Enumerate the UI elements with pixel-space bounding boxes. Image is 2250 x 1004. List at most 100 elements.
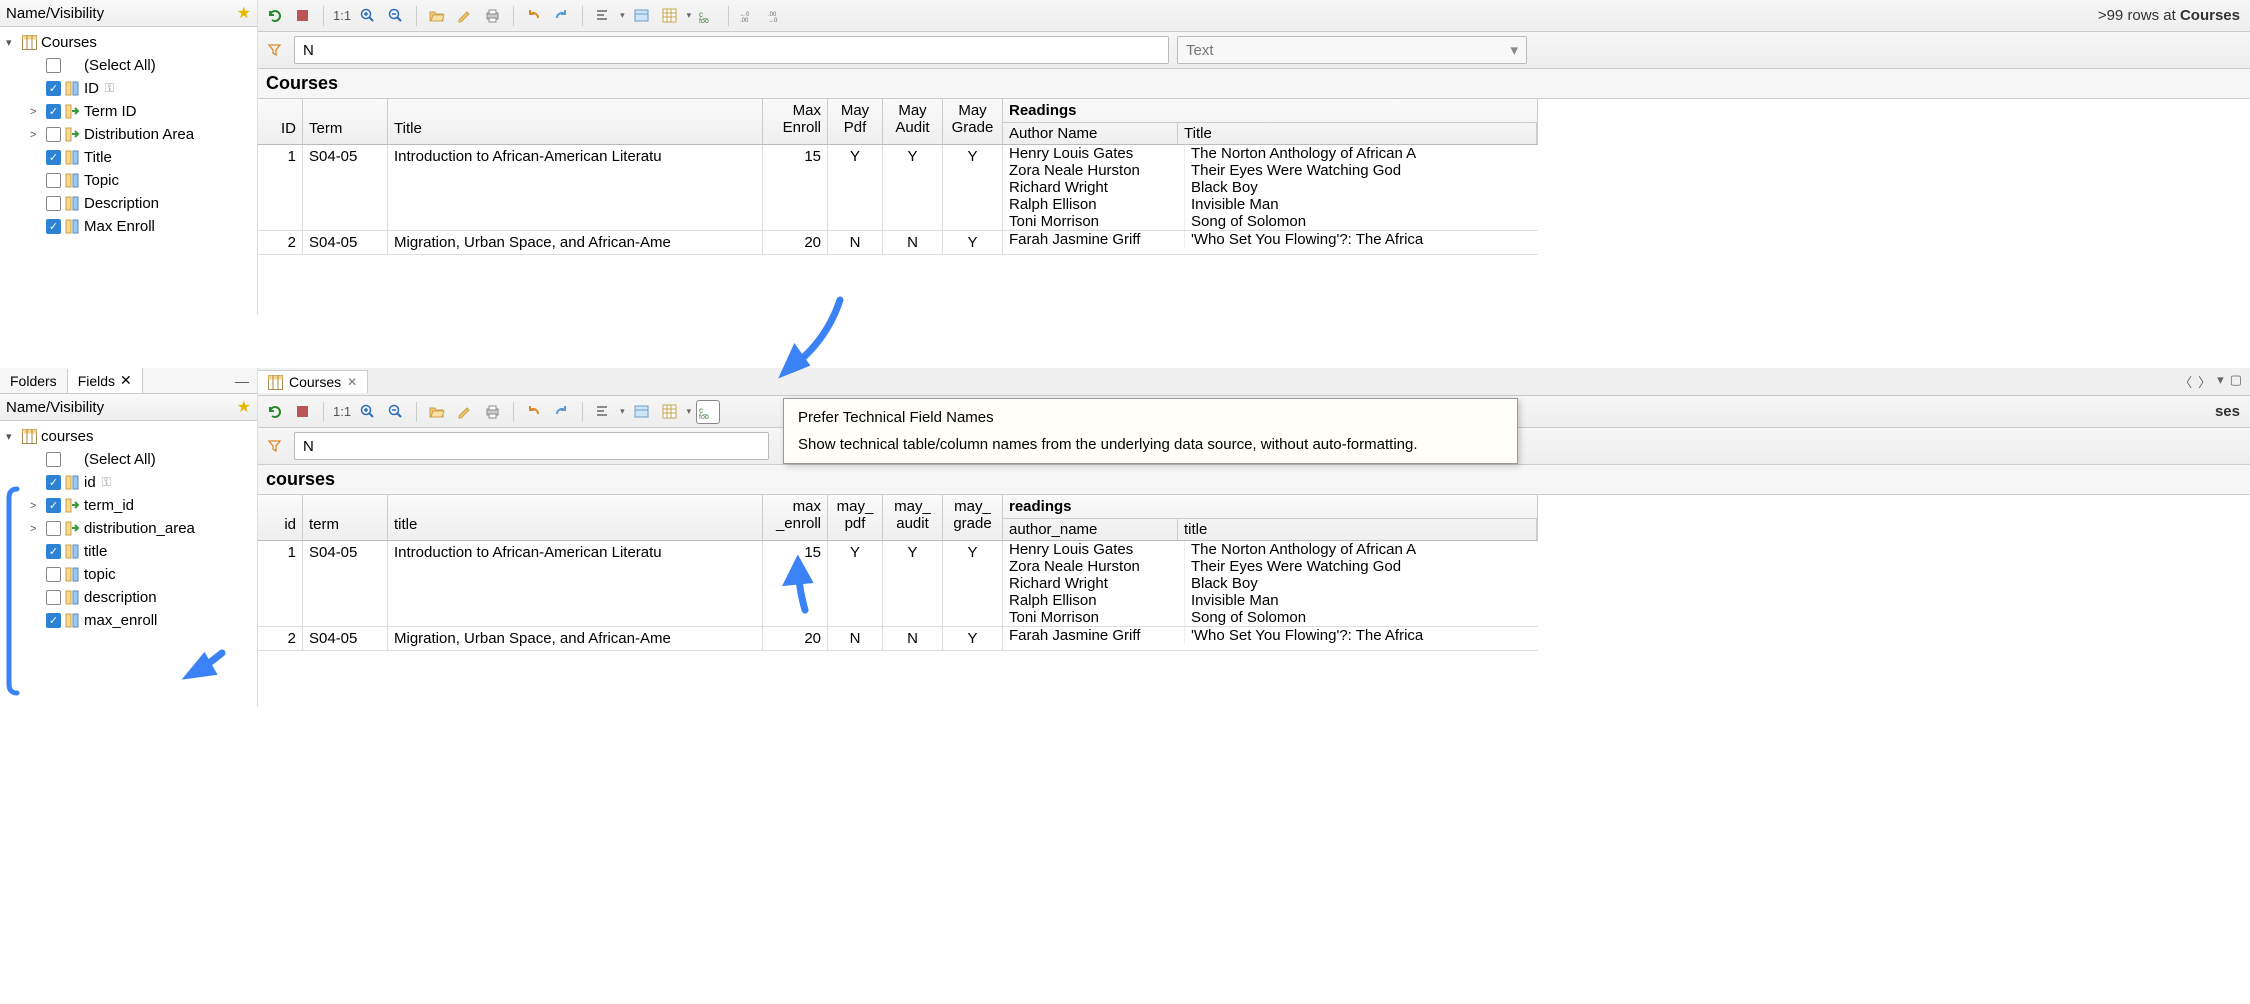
- chevron-down-icon[interactable]: ▾: [6, 36, 18, 49]
- visibility-checkbox[interactable]: ✓: [46, 219, 61, 234]
- visibility-checkbox[interactable]: [46, 127, 61, 142]
- column-header[interactable]: MayGrade: [943, 99, 1003, 145]
- cell[interactable]: Y: [943, 231, 1003, 255]
- chevron-icon[interactable]: >: [30, 129, 42, 141]
- cell[interactable]: Migration, Urban Space, and African-Ame: [388, 231, 763, 255]
- align-button[interactable]: [592, 401, 614, 423]
- next-tab-button[interactable]: 〉: [2198, 372, 2211, 391]
- tree-item[interactable]: topic: [2, 563, 255, 586]
- column-header[interactable]: id: [258, 495, 303, 541]
- decimal-right-button[interactable]: [766, 5, 788, 27]
- cell[interactable]: S04-05: [303, 627, 388, 651]
- visibility-checkbox[interactable]: ✓: [46, 544, 61, 559]
- cell[interactable]: N: [883, 627, 943, 651]
- chevron-icon[interactable]: >: [30, 500, 42, 512]
- close-icon[interactable]: ✕: [347, 375, 357, 389]
- redo-button[interactable]: [551, 401, 573, 423]
- readings-cell[interactable]: Farah Jasmine Griff'Who Set You Flowing'…: [1003, 231, 1538, 255]
- column-header[interactable]: Readings Author NameTitle: [1003, 99, 1538, 145]
- tree-item[interactable]: ✓ Title: [2, 146, 255, 169]
- close-icon[interactable]: ✕: [120, 372, 132, 389]
- prev-tab-button[interactable]: 〈: [2179, 372, 2192, 391]
- undo-button[interactable]: [523, 401, 545, 423]
- star-icon[interactable]: ★: [237, 397, 251, 417]
- cell[interactable]: N: [883, 231, 943, 255]
- chevron-down-icon[interactable]: ▾: [6, 430, 18, 443]
- column-header[interactable]: MayAudit: [883, 99, 943, 145]
- column-header[interactable]: MayPdf: [828, 99, 883, 145]
- filter-input[interactable]: [294, 36, 1169, 64]
- chevron-icon[interactable]: >: [30, 523, 42, 535]
- tree-root[interactable]: ▾ courses: [2, 425, 255, 448]
- tree-item[interactable]: > ✓ term_id: [2, 494, 255, 517]
- column-header[interactable]: Title: [388, 99, 763, 145]
- zoom-out-button[interactable]: [385, 5, 407, 27]
- cell[interactable]: Introduction to African-American Literat…: [388, 145, 763, 231]
- visibility-checkbox[interactable]: [46, 173, 61, 188]
- zoom-in-button[interactable]: [357, 5, 379, 27]
- stop-button[interactable]: [292, 5, 314, 27]
- column-header[interactable]: Term: [303, 99, 388, 145]
- refresh-button[interactable]: [264, 401, 286, 423]
- tree-item[interactable]: ✓ Max Enroll: [2, 215, 255, 238]
- column-header[interactable]: term: [303, 495, 388, 541]
- cell[interactable]: S04-05: [303, 231, 388, 255]
- one-to-one-button[interactable]: 1:1: [333, 401, 351, 423]
- grid-button[interactable]: [659, 401, 681, 423]
- visibility-checkbox[interactable]: ✓: [46, 150, 61, 165]
- visibility-checkbox[interactable]: ✓: [46, 613, 61, 628]
- visibility-checkbox[interactable]: [46, 567, 61, 582]
- visibility-checkbox[interactable]: ✓: [46, 81, 61, 96]
- one-to-one-button[interactable]: 1:1: [333, 5, 351, 27]
- readings-cell[interactable]: Henry Louis GatesThe Norton Anthology of…: [1003, 145, 1538, 231]
- tree-item[interactable]: Description: [2, 192, 255, 215]
- cell[interactable]: Y: [943, 145, 1003, 231]
- visibility-checkbox[interactable]: [46, 196, 61, 211]
- zoom-out-button[interactable]: [385, 401, 407, 423]
- filter-input[interactable]: [294, 432, 769, 460]
- visibility-checkbox[interactable]: ✓: [46, 498, 61, 513]
- tab-menu-button[interactable]: ▾: [2217, 372, 2224, 391]
- cell[interactable]: 2: [258, 231, 303, 255]
- column-header[interactable]: MaxEnroll: [763, 99, 828, 145]
- cell[interactable]: 1: [258, 541, 303, 627]
- form-button[interactable]: [631, 5, 653, 27]
- fields-tab[interactable]: Fields ✕: [68, 368, 143, 393]
- tree-item[interactable]: > ✓ Term ID: [2, 100, 255, 123]
- cell[interactable]: 20: [763, 627, 828, 651]
- visibility-checkbox[interactable]: ✓: [46, 475, 61, 490]
- align-button[interactable]: [592, 5, 614, 27]
- tree-item[interactable]: > Distribution Area: [2, 123, 255, 146]
- cell[interactable]: Y: [883, 541, 943, 627]
- refresh-button[interactable]: [264, 5, 286, 27]
- tree-root[interactable]: ▾ Courses: [2, 31, 255, 54]
- cell[interactable]: Y: [943, 627, 1003, 651]
- star-icon[interactable]: ★: [237, 3, 251, 23]
- cell[interactable]: 1: [258, 145, 303, 231]
- tree-item[interactable]: (Select All): [2, 448, 255, 471]
- tree-item[interactable]: ✓ ID ⚿: [2, 77, 255, 100]
- filter-icon[interactable]: [264, 435, 286, 457]
- column-header[interactable]: ID: [258, 99, 303, 145]
- visibility-checkbox[interactable]: [46, 521, 61, 536]
- column-header[interactable]: may_pdf: [828, 495, 883, 541]
- zoom-in-button[interactable]: [357, 401, 379, 423]
- column-header[interactable]: may_audit: [883, 495, 943, 541]
- cell[interactable]: 2: [258, 627, 303, 651]
- stop-button[interactable]: [292, 401, 314, 423]
- chevron-icon[interactable]: >: [30, 106, 42, 118]
- print-button[interactable]: [482, 5, 504, 27]
- cell[interactable]: Y: [883, 145, 943, 231]
- readings-cell[interactable]: Farah Jasmine Griff'Who Set You Flowing'…: [1003, 627, 1538, 651]
- type-selector[interactable]: Text ▾: [1177, 36, 1527, 64]
- cell[interactable]: Y: [828, 541, 883, 627]
- column-header[interactable]: may_grade: [943, 495, 1003, 541]
- print-button[interactable]: [482, 401, 504, 423]
- decimal-left-button[interactable]: [738, 5, 760, 27]
- readings-cell[interactable]: Henry Louis GatesThe Norton Anthology of…: [1003, 541, 1538, 627]
- cell[interactable]: Introduction to African-American Literat…: [388, 541, 763, 627]
- visibility-checkbox[interactable]: [46, 452, 61, 467]
- undo-button[interactable]: [523, 5, 545, 27]
- open-button[interactable]: [426, 5, 448, 27]
- redo-button[interactable]: [551, 5, 573, 27]
